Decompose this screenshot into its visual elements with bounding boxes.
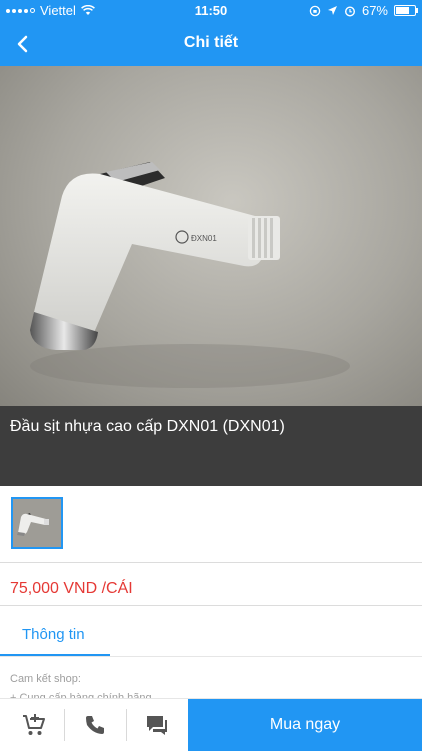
product-title: Đầu sịt nhựa cao cấp DXN01 (DXN01): [10, 418, 285, 435]
separator: [64, 709, 65, 741]
thumbnail-image: [17, 513, 49, 536]
nav-bar: Chi tiết: [0, 22, 422, 66]
divider: [0, 562, 422, 563]
add-to-cart-button[interactable]: [16, 707, 52, 743]
product-title-band: Đầu sịt nhựa cao cấp DXN01 (DXN01): [0, 406, 422, 486]
product-brand-mark: ĐXN01: [191, 234, 217, 243]
battery-percent: 67%: [361, 3, 388, 18]
location-icon: [327, 6, 337, 15]
battery-icon: [394, 5, 418, 16]
status-bar: Viettel 11:50 67%: [0, 0, 422, 22]
phone-icon: [86, 716, 104, 734]
tab-rule: [0, 656, 422, 657]
divider: [0, 605, 422, 606]
separator: [126, 709, 127, 741]
product-price: 75,000 VND /CÁI: [10, 580, 133, 597]
alarm-icon: [344, 5, 355, 17]
buy-now-button[interactable]: Mua ngay: [188, 699, 422, 751]
sprayer-photo: ĐXN01: [30, 162, 350, 388]
product-image[interactable]: ĐXN01: [0, 66, 422, 406]
chat-button[interactable]: [139, 707, 175, 743]
status-right: 67%: [309, 3, 418, 18]
app-header: Viettel 11:50 67% Chi tiết: [0, 0, 422, 66]
tab-info-label: Thông tin: [22, 626, 85, 643]
page-title: Chi tiết: [183, 34, 239, 51]
bottom-action-bar: Mua ngay: [0, 698, 422, 751]
commitment-label: Cam kết shop:: [10, 673, 81, 685]
thumbnail-strip: [0, 486, 422, 562]
chat-icon: [147, 716, 167, 735]
product-thumbnail[interactable]: [11, 497, 63, 549]
call-button[interactable]: [77, 707, 113, 743]
orientation-lock-icon: [309, 5, 321, 16]
add-to-cart-icon: [23, 714, 45, 735]
tab-info[interactable]: Thông tin: [0, 612, 110, 656]
buy-now-label: Mua ngay: [269, 716, 341, 733]
